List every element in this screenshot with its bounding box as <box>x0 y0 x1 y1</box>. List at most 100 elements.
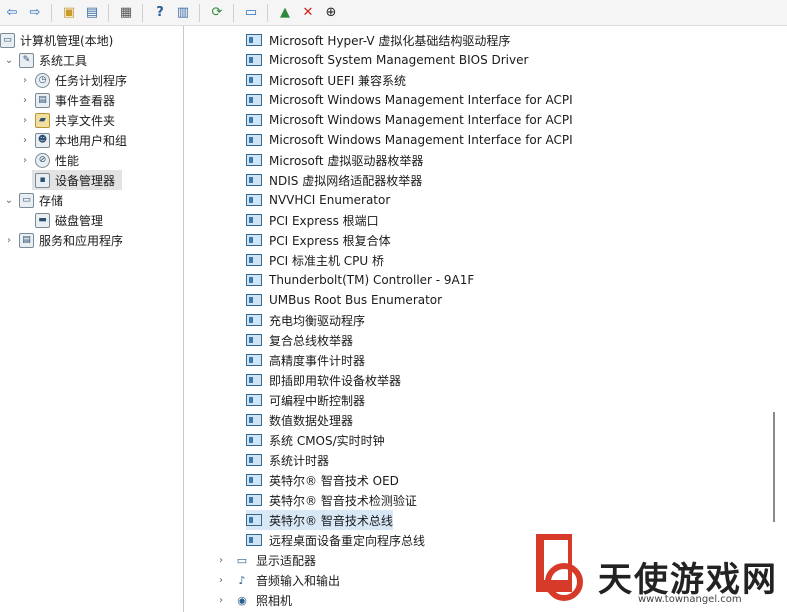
device-item[interactable]: PCI Express 根端口 <box>246 210 379 230</box>
users-icon: ☻ <box>35 132 50 148</box>
system-device-icon <box>246 474 262 486</box>
device-item[interactable]: 即插即用软件设备枚举器 <box>246 370 401 390</box>
event-viewer-icon: ▤ <box>35 92 50 108</box>
device-item[interactable]: NDIS 虚拟网络适配器枚举器 <box>246 170 422 190</box>
system-device-icon <box>246 494 262 506</box>
vertical-scrollbar[interactable] <box>771 32 777 612</box>
chevron-right-icon[interactable]: › <box>18 155 32 166</box>
device-list: Microsoft Hyper-V 虚拟化基础结构驱动程序 Microsoft … <box>186 26 787 612</box>
toolbar-separator <box>233 3 234 22</box>
performance-icon: ⊘ <box>35 152 50 168</box>
device-item[interactable]: Microsoft Windows Management Interface f… <box>246 130 573 150</box>
category-display-adapters[interactable]: › ▭ 显示适配器 <box>214 550 316 570</box>
tree-item-event-viewer[interactable]: › ▤ 事件查看器 <box>18 90 115 110</box>
category-cameras[interactable]: › ◉ 照相机 <box>214 590 292 610</box>
system-device-icon <box>246 94 262 106</box>
scan-hardware-icon[interactable]: ⟳ <box>206 2 228 24</box>
device-item[interactable]: 系统 CMOS/实时时钟 <box>246 430 385 450</box>
tree-item-shared-folders[interactable]: › ▰ 共享文件夹 <box>18 110 115 130</box>
device-item[interactable]: Microsoft Hyper-V 虚拟化基础结构驱动程序 <box>246 30 510 50</box>
device-item[interactable]: 系统计时器 <box>246 450 329 470</box>
device-item[interactable]: NVVHCI Enumerator <box>246 190 390 210</box>
action-pane-icon[interactable]: ▥ <box>172 2 194 24</box>
chevron-right-icon[interactable]: › <box>18 115 32 126</box>
download-icon[interactable]: ⊕ <box>320 2 342 24</box>
chevron-right-icon[interactable]: › <box>18 95 32 106</box>
device-item[interactable]: 英特尔® 智音技术检测验证 <box>246 490 417 510</box>
system-device-icon <box>246 194 262 206</box>
device-item[interactable]: 复合总线枚举器 <box>246 330 353 350</box>
tree-item-storage[interactable]: ⌄ ▭ 存储 <box>2 190 63 210</box>
help-icon[interactable]: ? <box>149 2 171 24</box>
tree-root[interactable]: ▭ 计算机管理(本地) <box>0 30 113 50</box>
tree-item-label: 存储 <box>39 193 64 208</box>
device-item-selected[interactable]: 英特尔® 智音技术总线 <box>246 510 393 530</box>
device-item[interactable]: Microsoft Windows Management Interface f… <box>246 110 573 130</box>
device-item[interactable]: UMBus Root Bus Enumerator <box>246 290 442 310</box>
back-icon[interactable]: ⇦ <box>1 2 23 24</box>
chevron-right-icon[interactable]: › <box>18 75 32 86</box>
tree-item-system-tools[interactable]: ⌄ ✎ 系统工具 <box>2 50 87 70</box>
tree-item-label: 磁盘管理 <box>55 213 104 228</box>
tools-icon: ✎ <box>19 52 34 68</box>
chevron-right-icon[interactable]: › <box>18 135 32 146</box>
device-item[interactable]: 充电均衡驱动程序 <box>246 310 365 330</box>
tree-item-task-scheduler[interactable]: › ◷ 任务计划程序 <box>18 70 127 90</box>
tree-item-performance[interactable]: › ⊘ 性能 <box>18 150 79 170</box>
audio-icon: ♪ <box>238 573 246 587</box>
system-device-icon <box>246 454 262 466</box>
camera-icon: ◉ <box>237 593 247 607</box>
tree-item-local-users[interactable]: › ☻ 本地用户和组 <box>18 130 127 150</box>
system-device-icon <box>246 374 262 386</box>
device-item[interactable]: Thunderbolt(TM) Controller - 9A1F <box>246 270 474 290</box>
device-label: 可编程中断控制器 <box>269 393 366 408</box>
system-device-icon <box>246 174 262 186</box>
device-item[interactable]: Microsoft System Management BIOS Driver <box>246 50 528 70</box>
system-device-icon <box>246 254 262 266</box>
computer-icon: ▭ <box>0 32 15 48</box>
tree-item-services-apps[interactable]: › ▤ 服务和应用程序 <box>2 230 123 250</box>
device-item[interactable]: 可编程中断控制器 <box>246 390 365 410</box>
tree-item-device-manager[interactable]: ▪ 设备管理器 <box>32 170 122 190</box>
system-device-icon <box>246 74 262 86</box>
device-label: NDIS 虚拟网络适配器枚举器 <box>269 173 423 188</box>
device-label: 英特尔® 智音技术总线 <box>269 513 393 528</box>
tree-item-disk-management[interactable]: ▬ 磁盘管理 <box>32 210 103 230</box>
monitor-icon[interactable]: ▭ <box>240 2 262 24</box>
device-item[interactable]: Microsoft Windows Management Interface f… <box>246 90 573 110</box>
properties-icon[interactable]: ▦ <box>115 2 137 24</box>
device-item[interactable]: 高精度事件计时器 <box>246 350 365 370</box>
chevron-right-icon[interactable]: › <box>214 555 228 566</box>
device-item[interactable]: 数值数据处理器 <box>246 410 353 430</box>
category-audio[interactable]: › ♪ 音频输入和输出 <box>214 570 340 590</box>
up-folder-icon[interactable]: ▣ <box>58 2 80 24</box>
show-hide-tree-icon[interactable]: ▤ <box>81 2 103 24</box>
chevron-right-icon[interactable]: › <box>214 575 228 586</box>
forward-icon[interactable]: ⇨ <box>24 2 46 24</box>
device-item[interactable]: PCI 标准主机 CPU 桥 <box>246 250 384 270</box>
device-item[interactable]: 英特尔® 智音技术 OED <box>246 470 399 490</box>
tree-item-label: 本地用户和组 <box>55 133 128 148</box>
chevron-right-icon[interactable]: › <box>214 595 228 606</box>
scrollbar-thumb[interactable] <box>773 412 775 522</box>
update-driver-icon[interactable]: ▲ <box>274 2 296 24</box>
device-item[interactable]: Microsoft UEFI 兼容系统 <box>246 70 406 90</box>
device-label: 英特尔® 智音技术 OED <box>269 473 399 488</box>
system-device-icon <box>246 134 262 146</box>
device-item[interactable]: Microsoft 虚拟驱动器枚举器 <box>246 150 423 170</box>
device-item[interactable]: PCI Express 根复合体 <box>246 230 391 250</box>
tree-item-label: 性能 <box>55 153 80 168</box>
category-label: 音频输入和输出 <box>256 573 341 588</box>
chevron-down-icon[interactable]: ⌄ <box>2 195 16 206</box>
device-label: Microsoft 虚拟驱动器枚举器 <box>269 153 424 168</box>
system-device-icon <box>246 534 262 546</box>
device-label: PCI 标准主机 CPU 桥 <box>269 253 384 268</box>
system-device-icon <box>246 54 262 66</box>
system-device-icon <box>246 114 262 126</box>
system-device-icon <box>246 514 262 526</box>
device-item[interactable]: 远程桌面设备重定向程序总线 <box>246 530 425 550</box>
chevron-down-icon[interactable]: ⌄ <box>2 55 16 66</box>
uninstall-icon[interactable]: ✕ <box>297 2 319 24</box>
chevron-right-icon[interactable]: › <box>2 235 16 246</box>
toolbar-separator <box>108 3 109 22</box>
